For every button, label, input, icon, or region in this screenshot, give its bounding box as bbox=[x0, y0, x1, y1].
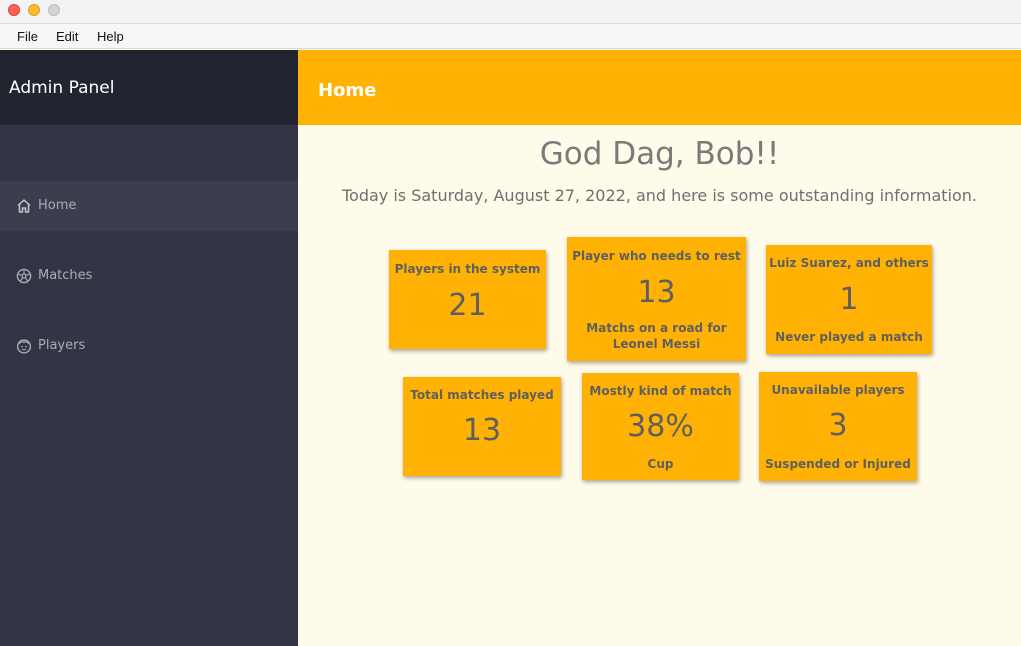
card-title: Luiz Suarez, and others bbox=[769, 256, 929, 270]
card-title: Total matches played bbox=[410, 388, 554, 402]
sidebar-item-label: Matches bbox=[38, 268, 93, 283]
card-subtitle: Suspended or Injured bbox=[765, 457, 911, 471]
card-value: 1 bbox=[839, 282, 859, 317]
menu-help[interactable]: Help bbox=[97, 29, 124, 44]
card-value: 21 bbox=[448, 288, 487, 323]
card-title: Players in the system bbox=[394, 262, 541, 276]
sidebar-item-home[interactable]: Home bbox=[0, 181, 298, 231]
window-maximize-button[interactable] bbox=[48, 4, 60, 16]
page-header: Home bbox=[298, 50, 1021, 125]
card-subtitle: Matchs on a road for Leonel Messi bbox=[586, 321, 727, 351]
stat-card-players: Players in the system 21 bbox=[389, 250, 546, 349]
card-title: Unavailable players bbox=[771, 383, 905, 397]
card-title: Mostly kind of match bbox=[589, 384, 732, 398]
stat-card-rest: Player who needs to rest 13 Matchs on a … bbox=[567, 237, 746, 361]
greeting-heading: God Dag, Bob!! bbox=[539, 136, 780, 172]
date-info-text: Today is Saturday, August 27, 2022, and … bbox=[341, 186, 977, 205]
player-face-icon bbox=[16, 339, 32, 354]
card-subtitle: Cup bbox=[647, 457, 674, 471]
sidebar: Admin Panel Home Matches Players bbox=[0, 50, 298, 646]
stat-card-unavailable: Unavailable players 3 Suspended or Injur… bbox=[759, 372, 917, 481]
app-title: Admin Panel bbox=[9, 78, 115, 98]
sidebar-item-players[interactable]: Players bbox=[0, 321, 298, 371]
card-value: 3 bbox=[828, 408, 848, 443]
stat-card-never-played: Luiz Suarez, and others 1 Never played a… bbox=[766, 245, 932, 354]
soccer-ball-icon bbox=[16, 268, 32, 284]
sidebar-item-label: Home bbox=[38, 198, 77, 213]
window-titlebar bbox=[0, 0, 1021, 24]
menu-file[interactable]: File bbox=[17, 29, 38, 44]
stat-card-match-kind: Mostly kind of match 38% Cup bbox=[582, 373, 739, 480]
card-title: Player who needs to rest bbox=[572, 249, 741, 263]
menu-bar: File Edit Help bbox=[0, 24, 1021, 49]
sidebar-item-label: Players bbox=[38, 338, 86, 353]
sidebar-item-matches[interactable]: Matches bbox=[0, 251, 298, 301]
window-close-button[interactable] bbox=[8, 4, 20, 16]
card-value: 38% bbox=[627, 409, 694, 444]
stat-card-total-matches: Total matches played 13 bbox=[403, 377, 561, 476]
menu-edit[interactable]: Edit bbox=[56, 29, 78, 44]
card-value: 13 bbox=[637, 275, 676, 310]
window-minimize-button[interactable] bbox=[28, 4, 40, 16]
card-subtitle: Never played a match bbox=[775, 330, 923, 344]
sidebar-header: Admin Panel bbox=[0, 50, 298, 125]
home-icon bbox=[17, 199, 31, 213]
page-title: Home bbox=[318, 80, 377, 101]
card-value: 13 bbox=[462, 413, 502, 448]
